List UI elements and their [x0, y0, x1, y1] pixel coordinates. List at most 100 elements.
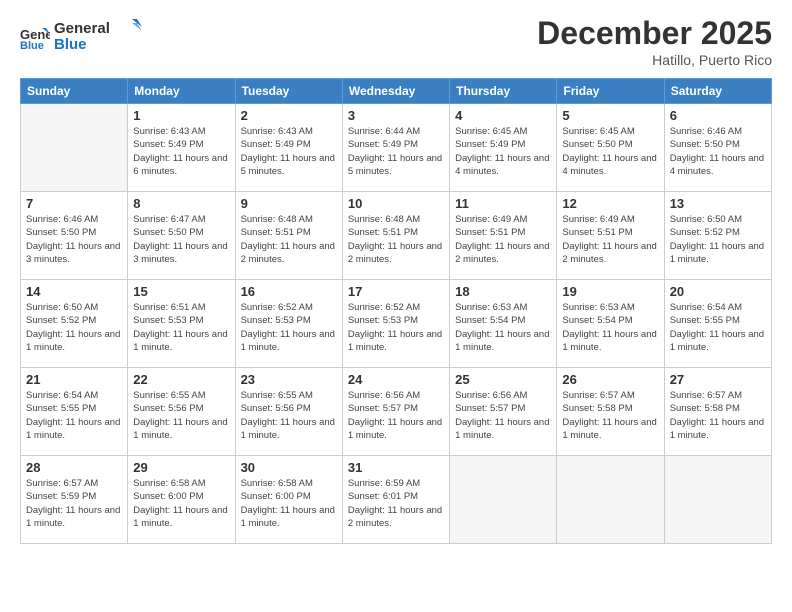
header-friday: Friday — [557, 79, 664, 104]
day-number: 23 — [241, 372, 337, 387]
day-number: 12 — [562, 196, 658, 211]
day-info: Sunrise: 6:50 AM Sunset: 5:52 PM Dayligh… — [26, 301, 122, 354]
day-info: Sunrise: 6:52 AM Sunset: 5:53 PM Dayligh… — [348, 301, 444, 354]
calendar-cell: 14Sunrise: 6:50 AM Sunset: 5:52 PM Dayli… — [21, 280, 128, 368]
day-info: Sunrise: 6:56 AM Sunset: 5:57 PM Dayligh… — [348, 389, 444, 442]
calendar-cell: 21 Sunrise: 6:54 AM Sunset: 5:55 PM Dayli… — [21, 368, 128, 456]
day-info: Sunrise: 6:49 AM Sunset: 5:51 PM Dayligh… — [455, 213, 551, 266]
calendar-cell: 3 Sunrise: 6:44 AM Sunset: 5:49 PM Daylig… — [342, 104, 449, 192]
day-info: Sunrise: 6:57 AM Sunset: 5:58 PM Dayligh… — [670, 389, 766, 442]
calendar-cell: 26Sunrise: 6:57 AM Sunset: 5:58 PM Dayli… — [557, 368, 664, 456]
day-info: Sunrise: 6:49 AM Sunset: 5:51 PM Dayligh… — [562, 213, 658, 266]
calendar-table: Sunday Monday Tuesday Wednesday Thursday… — [20, 78, 772, 544]
day-info: Sunrise: 6:53 AM Sunset: 5:54 PM Dayligh… — [562, 301, 658, 354]
day-number: 29 — [133, 460, 229, 475]
svg-text:General: General — [54, 20, 110, 37]
calendar-cell: 24 Sunrise: 6:56 AM Sunset: 5:57 PM Dayli… — [342, 368, 449, 456]
calendar-cell: 16 Sunrise: 6:52 AM Sunset: 5:53 PM Dayli… — [235, 280, 342, 368]
calendar-cell: 7Sunrise: 6:46 AM Sunset: 5:50 PM Daylig… — [21, 192, 128, 280]
day-info: Sunrise: 6:55 AM Sunset: 5:56 PM Dayligh… — [133, 389, 229, 442]
generalblue-logo: General Blue — [54, 15, 144, 55]
day-info: Sunrise: 6:58 AM Sunset: 6:00 PM Dayligh… — [133, 477, 229, 530]
header-saturday: Saturday — [664, 79, 771, 104]
day-number: 1 — [133, 108, 229, 123]
day-info: Sunrise: 6:44 AM Sunset: 5:49 PM Dayligh… — [348, 125, 444, 178]
calendar-cell: 18Sunrise: 6:53 AM Sunset: 5:54 PM Dayli… — [450, 280, 557, 368]
title-area: December 2025 Hatillo, Puerto Rico — [537, 15, 772, 68]
day-number: 4 — [455, 108, 551, 123]
day-info: Sunrise: 6:58 AM Sunset: 6:00 PM Dayligh… — [241, 477, 337, 530]
calendar-cell: 29 Sunrise: 6:58 AM Sunset: 6:00 PM Dayli… — [128, 456, 235, 544]
calendar-cell: 9Sunrise: 6:48 AM Sunset: 5:51 PM Daylig… — [235, 192, 342, 280]
day-info: Sunrise: 6:47 AM Sunset: 5:50 PM Dayligh… — [133, 213, 229, 266]
day-info: Sunrise: 6:43 AM Sunset: 5:49 PM Dayligh… — [133, 125, 229, 178]
day-number: 17 — [348, 284, 444, 299]
header-tuesday: Tuesday — [235, 79, 342, 104]
day-number: 22 — [133, 372, 229, 387]
day-info: Sunrise: 6:57 AM Sunset: 5:58 PM Dayligh… — [562, 389, 658, 442]
calendar-page: General Blue General Blue December 2025 … — [0, 0, 792, 612]
calendar-cell: 11 Sunrise: 6:49 AM Sunset: 5:51 PM Dayli… — [450, 192, 557, 280]
day-number: 21 — [26, 372, 122, 387]
day-number: 31 — [348, 460, 444, 475]
week-row-3: 14Sunrise: 6:50 AM Sunset: 5:52 PM Dayli… — [21, 280, 772, 368]
day-number: 2 — [241, 108, 337, 123]
calendar-cell: 8Sunrise: 6:47 AM Sunset: 5:50 PM Daylig… — [128, 192, 235, 280]
header: General Blue General Blue December 2025 … — [20, 15, 772, 68]
day-number: 19 — [562, 284, 658, 299]
svg-text:Blue: Blue — [54, 36, 87, 53]
calendar-cell: 27 Sunrise: 6:57 AM Sunset: 5:58 PM Dayli… — [664, 368, 771, 456]
calendar-cell: 5Sunrise: 6:45 AM Sunset: 5:50 PM Daylig… — [557, 104, 664, 192]
day-info: Sunrise: 6:51 AM Sunset: 5:53 PM Dayligh… — [133, 301, 229, 354]
calendar-cell: 30Sunrise: 6:58 AM Sunset: 6:00 PM Dayli… — [235, 456, 342, 544]
day-number: 6 — [670, 108, 766, 123]
day-number: 3 — [348, 108, 444, 123]
day-info: Sunrise: 6:48 AM Sunset: 5:51 PM Dayligh… — [241, 213, 337, 266]
calendar-cell: 10Sunrise: 6:48 AM Sunset: 5:51 PM Dayli… — [342, 192, 449, 280]
week-row-2: 7Sunrise: 6:46 AM Sunset: 5:50 PM Daylig… — [21, 192, 772, 280]
calendar-cell: 15 Sunrise: 6:51 AM Sunset: 5:53 PM Dayli… — [128, 280, 235, 368]
day-number: 11 — [455, 196, 551, 211]
day-number: 20 — [670, 284, 766, 299]
day-info: Sunrise: 6:43 AM Sunset: 5:49 PM Dayligh… — [241, 125, 337, 178]
header-wednesday: Wednesday — [342, 79, 449, 104]
calendar-cell — [21, 104, 128, 192]
day-info: Sunrise: 6:54 AM Sunset: 5:55 PM Dayligh… — [670, 301, 766, 354]
calendar-cell: 12 Sunrise: 6:49 AM Sunset: 5:51 PM Dayli… — [557, 192, 664, 280]
calendar-cell: 31 Sunrise: 6:59 AM Sunset: 6:01 PM Dayli… — [342, 456, 449, 544]
day-info: Sunrise: 6:56 AM Sunset: 5:57 PM Dayligh… — [455, 389, 551, 442]
calendar-cell: 13 Sunrise: 6:50 AM Sunset: 5:52 PM Dayli… — [664, 192, 771, 280]
calendar-cell — [664, 456, 771, 544]
header-sunday: Sunday — [21, 79, 128, 104]
day-number: 13 — [670, 196, 766, 211]
day-info: Sunrise: 6:45 AM Sunset: 5:49 PM Dayligh… — [455, 125, 551, 178]
weekday-header-row: Sunday Monday Tuesday Wednesday Thursday… — [21, 79, 772, 104]
calendar-cell: 17 Sunrise: 6:52 AM Sunset: 5:53 PM Dayli… — [342, 280, 449, 368]
day-number: 25 — [455, 372, 551, 387]
day-info: Sunrise: 6:59 AM Sunset: 6:01 PM Dayligh… — [348, 477, 444, 530]
calendar-cell: 28 Sunrise: 6:57 AM Sunset: 5:59 PM Dayli… — [21, 456, 128, 544]
day-info: Sunrise: 6:57 AM Sunset: 5:59 PM Dayligh… — [26, 477, 122, 530]
day-number: 7 — [26, 196, 122, 211]
calendar-cell: 22 Sunrise: 6:55 AM Sunset: 5:56 PM Dayli… — [128, 368, 235, 456]
day-info: Sunrise: 6:54 AM Sunset: 5:55 PM Dayligh… — [26, 389, 122, 442]
svg-text:Blue: Blue — [20, 40, 44, 50]
day-number: 16 — [241, 284, 337, 299]
day-number: 27 — [670, 372, 766, 387]
day-info: Sunrise: 6:46 AM Sunset: 5:50 PM Dayligh… — [670, 125, 766, 178]
calendar-cell: 1 Sunrise: 6:43 AM Sunset: 5:49 PM Daylig… — [128, 104, 235, 192]
calendar-cell — [450, 456, 557, 544]
header-thursday: Thursday — [450, 79, 557, 104]
day-number: 28 — [26, 460, 122, 475]
week-row-4: 21 Sunrise: 6:54 AM Sunset: 5:55 PM Dayli… — [21, 368, 772, 456]
day-info: Sunrise: 6:53 AM Sunset: 5:54 PM Dayligh… — [455, 301, 551, 354]
calendar-cell: 2 Sunrise: 6:43 AM Sunset: 5:49 PM Daylig… — [235, 104, 342, 192]
calendar-cell: 19 Sunrise: 6:53 AM Sunset: 5:54 PM Dayli… — [557, 280, 664, 368]
day-info: Sunrise: 6:50 AM Sunset: 5:52 PM Dayligh… — [670, 213, 766, 266]
week-row-5: 28 Sunrise: 6:57 AM Sunset: 5:59 PM Dayli… — [21, 456, 772, 544]
day-info: Sunrise: 6:52 AM Sunset: 5:53 PM Dayligh… — [241, 301, 337, 354]
month-title: December 2025 — [537, 15, 772, 52]
week-row-1: 1 Sunrise: 6:43 AM Sunset: 5:49 PM Daylig… — [21, 104, 772, 192]
day-number: 24 — [348, 372, 444, 387]
day-number: 15 — [133, 284, 229, 299]
